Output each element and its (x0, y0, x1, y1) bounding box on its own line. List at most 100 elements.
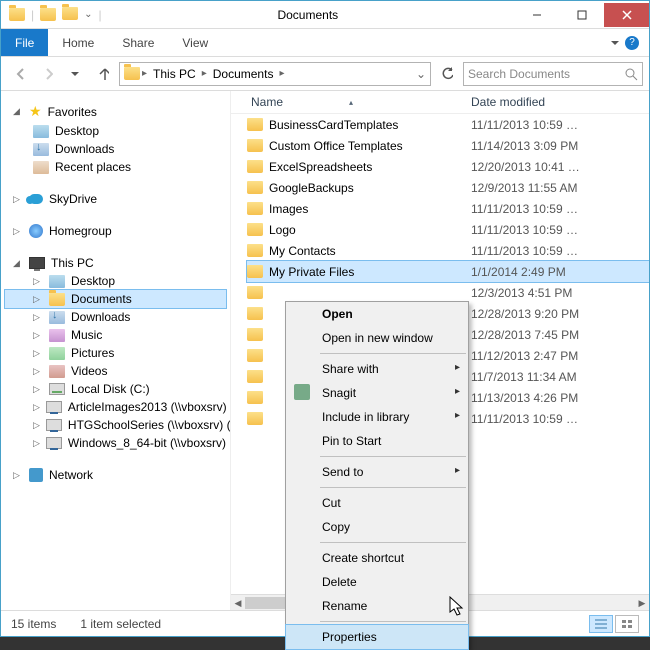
breadcrumb-chevron-icon[interactable]: ▸ (202, 68, 207, 79)
star-icon: ★ (29, 103, 42, 120)
file-name: Images (269, 202, 308, 216)
column-date[interactable]: Date modified (471, 95, 649, 109)
menu-item-include-in-library[interactable]: Include in library (286, 405, 468, 429)
scroll-right-icon[interactable]: ▶ (635, 595, 649, 610)
nav-skydrive[interactable]: ▷SkyDrive (5, 190, 226, 208)
nav-desktop[interactable]: Desktop (5, 122, 226, 140)
file-row[interactable]: Custom Office Templates11/14/2013 3:09 P… (247, 135, 649, 156)
qat-chevron-icon[interactable]: ⌄ (84, 9, 92, 20)
menu-item-snagit[interactable]: Snagit (286, 381, 468, 405)
nav-pc-netdrive-e[interactable]: ▷ArticleImages2013 (\\vboxsrv) (E:) (5, 398, 226, 416)
file-date: 11/11/2013 10:59 … (471, 223, 578, 237)
file-date: 11/12/2013 2:47 PM (471, 349, 578, 363)
breadcrumb-this-pc[interactable]: This PC (149, 65, 200, 83)
file-name: Logo (269, 223, 296, 237)
properties-icon[interactable] (40, 8, 56, 21)
nav-recent-places[interactable]: Recent places (5, 158, 226, 176)
menu-item-rename[interactable]: Rename (286, 594, 468, 618)
help-icon[interactable]: ? (625, 36, 639, 50)
file-row[interactable]: Logo 11/11/2013 10:59 … (247, 219, 649, 240)
folder-icon (247, 370, 263, 383)
file-row[interactable]: My Contacts11/11/2013 10:59 … (247, 240, 649, 261)
window-controls (514, 3, 649, 27)
menu-item-pin-to-start[interactable]: Pin to Start (286, 429, 468, 453)
address-dropdown-icon[interactable]: ⌄ (416, 67, 426, 81)
context-menu[interactable]: OpenOpen in new window Share withSnagitIn… (285, 301, 469, 650)
nav-pc-downloads[interactable]: ▷Downloads (5, 308, 226, 326)
menu-item-delete[interactable]: Delete (286, 570, 468, 594)
nav-pc-desktop[interactable]: ▷Desktop (5, 272, 226, 290)
back-button[interactable] (7, 62, 31, 86)
recent-locations-button[interactable] (63, 62, 87, 86)
file-date: 12/20/2013 10:41 … (471, 160, 580, 174)
music-icon (49, 329, 65, 342)
tab-view[interactable]: View (168, 29, 222, 56)
file-row[interactable]: 12/3/2013 4:51 PM (247, 282, 649, 303)
breadcrumb-chevron-icon[interactable]: ▸ (142, 68, 147, 79)
details-view-button[interactable] (589, 615, 613, 633)
expand-ribbon-icon[interactable] (611, 41, 619, 45)
network-drive-icon (46, 419, 62, 431)
maximize-button[interactable] (559, 3, 604, 27)
breadcrumb-chevron-icon[interactable]: ▸ (279, 68, 284, 79)
file-date: 12/28/2013 7:45 PM (471, 328, 579, 342)
folder-icon (247, 328, 263, 341)
file-name: ExcelSpreadsheets (269, 160, 372, 174)
menu-item-properties[interactable]: Properties (286, 625, 468, 649)
file-tab[interactable]: File (1, 29, 48, 56)
icons-view-button[interactable] (615, 615, 639, 633)
scroll-left-icon[interactable]: ◀ (231, 595, 245, 610)
nav-favorites[interactable]: ◢★Favorites (5, 101, 226, 122)
file-name: My Contacts (269, 244, 336, 258)
menu-item-open[interactable]: Open (286, 302, 468, 326)
title-bar[interactable]: | ⌄ | Documents (1, 1, 649, 29)
search-icon (624, 67, 638, 81)
menu-item-send-to[interactable]: Send to (286, 460, 468, 484)
folder-icon (247, 391, 263, 404)
tab-home[interactable]: Home (48, 29, 108, 56)
location-icon (124, 67, 140, 80)
nav-pc-local-disk[interactable]: ▷Local Disk (C:) (5, 380, 226, 398)
close-button[interactable] (604, 3, 649, 27)
breadcrumb-documents[interactable]: Documents (209, 65, 278, 83)
nav-pc-netdrive-g[interactable]: ▷HTGSchoolSeries (\\vboxsrv) (G:) (5, 416, 226, 434)
explorer-window: | ⌄ | Documents File Home Share View ? (0, 0, 650, 637)
file-row[interactable]: ExcelSpreadsheets 12/20/2013 10:41 … (247, 156, 649, 177)
qat-new-folder-icon[interactable] (62, 7, 78, 23)
menu-item-open-in-new-window[interactable]: Open in new window (286, 326, 468, 350)
search-box[interactable]: Search Documents (463, 62, 643, 86)
menu-item-share-with[interactable]: Share with (286, 357, 468, 381)
downloads-icon (49, 311, 65, 324)
forward-button[interactable] (35, 62, 59, 86)
column-name[interactable]: Name (251, 95, 471, 109)
nav-network[interactable]: ▷Network (5, 466, 226, 484)
file-date: 11/7/2013 11:34 AM (471, 370, 577, 384)
refresh-button[interactable] (435, 62, 459, 86)
drive-icon (49, 383, 65, 395)
nav-pc-pictures[interactable]: ▷Pictures (5, 344, 226, 362)
menu-separator (320, 353, 466, 354)
nav-this-pc[interactable]: ◢This PC (5, 254, 226, 272)
nav-pc-documents[interactable]: ▷Documents (5, 290, 226, 308)
file-row[interactable]: GoogleBackups12/9/2013 11:55 AM (247, 177, 649, 198)
up-button[interactable] (91, 62, 115, 86)
menu-item-cut[interactable]: Cut (286, 491, 468, 515)
minimize-button[interactable] (514, 3, 559, 27)
file-row[interactable]: BusinessCardTemplates11/11/2013 10:59 … (247, 114, 649, 135)
column-headers[interactable]: Name Date modified (231, 91, 649, 114)
nav-pc-videos[interactable]: ▷Videos (5, 362, 226, 380)
nav-pc-music[interactable]: ▷Music (5, 326, 226, 344)
navigation-pane[interactable]: ◢★Favorites Desktop Downloads Recent pla… (1, 91, 231, 610)
file-row[interactable]: Images11/11/2013 10:59 … (247, 198, 649, 219)
tab-share[interactable]: Share (108, 29, 168, 56)
app-icon (9, 8, 25, 21)
nav-homegroup[interactable]: ▷Homegroup (5, 222, 226, 240)
network-drive-icon (46, 401, 62, 413)
nav-downloads[interactable]: Downloads (5, 140, 226, 158)
menu-item-create-shortcut[interactable]: Create shortcut (286, 546, 468, 570)
folder-icon (247, 118, 263, 131)
nav-pc-netdrive-h[interactable]: ▷Windows_8_64-bit (\\vboxsrv) (H:) (5, 434, 226, 452)
address-bar[interactable]: ▸ This PC ▸ Documents ▸ ⌄ (119, 62, 431, 86)
file-row[interactable]: My Private Files1/1/2014 2:49 PM (247, 261, 649, 282)
menu-item-copy[interactable]: Copy (286, 515, 468, 539)
